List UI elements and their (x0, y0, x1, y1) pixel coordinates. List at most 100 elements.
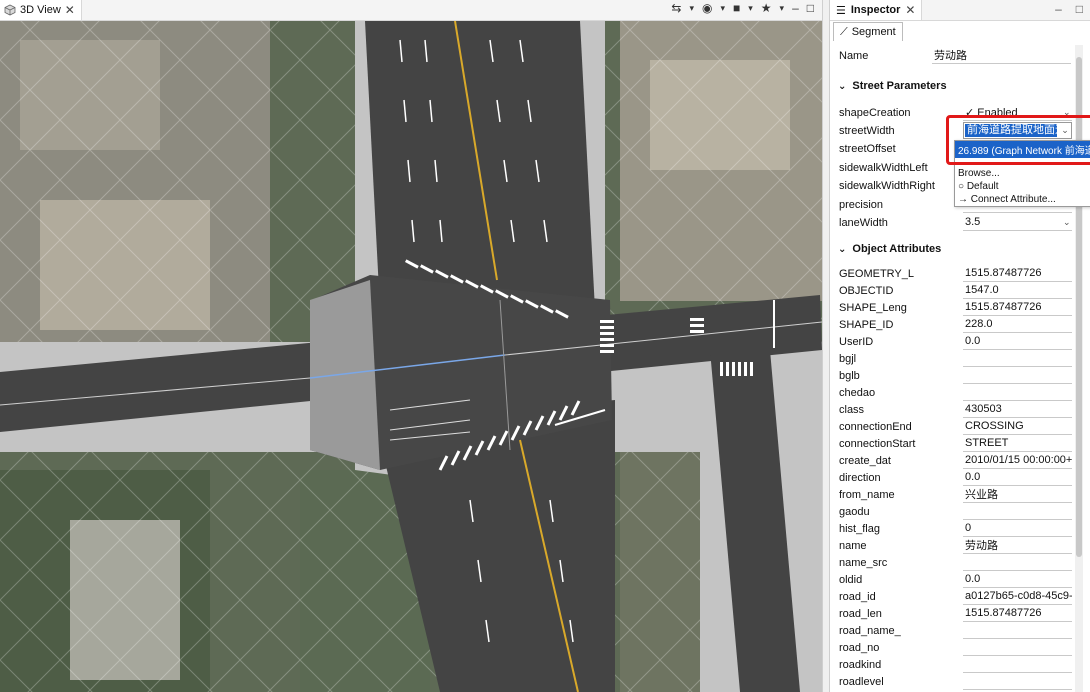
properties-icon: ☰ (836, 4, 846, 17)
object-attributes-header[interactable]: ⌄ Object Attributes (838, 243, 941, 255)
dropdown[interactable]: ▾ (780, 3, 785, 14)
attribute-label: bgjl (839, 352, 857, 365)
highlight-box (946, 115, 1090, 165)
street-param-row: laneWidth 3.5 ⌄ (839, 214, 1072, 231)
attribute-value[interactable]: 0.0 (963, 572, 1072, 588)
star-icon[interactable]: ★ (761, 1, 772, 15)
dropdown[interactable]: ▾ (689, 3, 694, 14)
attribute-label: connectionEnd (839, 420, 912, 433)
attribute-row: gaodu (839, 503, 1072, 520)
attribute-row: road_no (839, 639, 1072, 656)
attribute-value[interactable]: a0127b65-c0d8-45c9-9d (963, 589, 1072, 605)
attribute-value[interactable] (963, 623, 1072, 639)
video-icon[interactable]: ■ (733, 1, 740, 15)
view-toolbar: ⇆ ▾ ◉ ▾ ■ ▾ ★ ▾ – □ (671, 1, 814, 15)
attribute-value[interactable] (963, 657, 1072, 673)
tab-label: 3D View (20, 4, 61, 16)
attribute-row: chedao (839, 384, 1072, 401)
attribute-value[interactable]: 2010/01/15 00:00:00+00 (963, 453, 1072, 469)
attribute-label: create_dat (839, 454, 891, 467)
attribute-value[interactable]: 228.0 (963, 317, 1072, 333)
attribute-row: name_src (839, 554, 1072, 571)
attribute-row: create_dat 2010/01/15 00:00:00+00 (839, 452, 1072, 469)
dropdown-option-connect-attribute[interactable]: → Connect Attribute... (955, 193, 1090, 206)
attribute-value[interactable]: 1515.87487726 (963, 606, 1072, 622)
attribute-label: connectionStart (839, 437, 916, 450)
attribute-value[interactable]: 兴业路 (963, 487, 1072, 503)
attribute-value[interactable]: 劳动路 (963, 538, 1072, 554)
dropdown[interactable]: ▾ (720, 3, 725, 14)
attribute-label: road_id (839, 590, 876, 603)
param-label: sidewalkWidthLeft (839, 161, 928, 174)
close-icon[interactable]: ✕ (905, 3, 915, 17)
close-icon[interactable]: ✕ (65, 3, 75, 17)
attribute-value[interactable]: 0 (963, 521, 1072, 537)
3d-view-panel: 3D View ✕ ⇆ ▾ ◉ ▾ ■ ▾ ★ ▾ – □ (0, 0, 823, 692)
attribute-row: name 劳动路 (839, 537, 1072, 554)
attribute-row: connectionEnd CROSSING (839, 418, 1072, 435)
param-label: laneWidth (839, 216, 888, 229)
attribute-value[interactable] (963, 555, 1072, 571)
dropdown-option-browse[interactable]: Browse... (955, 167, 1090, 180)
attribute-value[interactable]: 430503 (963, 402, 1072, 418)
attribute-value[interactable] (963, 368, 1072, 384)
attribute-label: chedao (839, 386, 876, 399)
street-param-row: precision0.5 (839, 196, 1072, 213)
attribute-value[interactable] (963, 351, 1072, 367)
attribute-value[interactable] (963, 674, 1072, 690)
street-param-row: sidewalkWidthRight (839, 178, 1072, 195)
attribute-row: road_len 1515.87487726 (839, 605, 1072, 622)
attribute-row: from_name 兴业路 (839, 486, 1072, 503)
attribute-value[interactable]: STREET (963, 436, 1072, 452)
street-param-row: streetWidth前海道路提取地面道路)⌄ (839, 122, 1072, 140)
attribute-value[interactable] (963, 504, 1072, 520)
attribute-label: hist_flag (839, 522, 880, 535)
attribute-label: gaodu (839, 505, 870, 518)
attribute-label: bglb (839, 369, 860, 382)
attribute-row: GEOMETRY_L 1515.87487726 (839, 265, 1072, 282)
3d-viewport[interactable] (0, 21, 822, 692)
attribute-row: SHAPE_ID 228.0 (839, 316, 1072, 333)
minimize-icon[interactable]: – (1055, 2, 1062, 16)
param-label: shapeCreation (839, 106, 911, 119)
tab-inspector[interactable]: ☰ Inspector ✕ (830, 0, 923, 20)
attribute-label: road_len (839, 607, 882, 620)
attribute-value[interactable]: 1515.87487726 (963, 266, 1072, 282)
attribute-row: oldid 0.0 (839, 571, 1072, 588)
inspector-panel: ☰ Inspector ✕ – □ ⟋ Segment Name 劳动路 ⌄ S… (829, 0, 1090, 692)
chevron-down-icon[interactable]: ⌄ (1063, 217, 1071, 228)
attribute-label: oldid (839, 573, 863, 586)
attribute-value[interactable]: 0.0 (963, 470, 1072, 486)
street-parameters-header[interactable]: ⌄ Street Parameters (838, 80, 947, 92)
dropdown[interactable]: ▾ (748, 3, 753, 14)
maximize-icon[interactable]: □ (807, 1, 814, 15)
param-value[interactable]: 3.5 (963, 215, 1072, 231)
name-row: Name 劳动路 (839, 47, 1071, 64)
attribute-label: UserID (839, 335, 874, 348)
attribute-row: OBJECTID 1547.0 (839, 282, 1072, 299)
param-label: precision (839, 198, 884, 211)
param-label: sidewalkWidthRight (839, 180, 935, 193)
camera-icon[interactable]: ◉ (702, 1, 712, 15)
attribute-value[interactable] (963, 640, 1072, 656)
attribute-value[interactable]: 1547.0 (963, 283, 1072, 299)
attribute-value[interactable]: 0.0 (963, 334, 1072, 350)
minimize-icon[interactable]: – (792, 1, 799, 15)
attribute-label: road_no (839, 641, 880, 654)
attribute-label: direction (839, 471, 881, 484)
attribute-value[interactable] (963, 385, 1072, 401)
object-attributes-title: Object Attributes (852, 243, 942, 255)
tab-3d-view[interactable]: 3D View ✕ (0, 0, 82, 20)
share-icon[interactable]: ⇆ (671, 1, 681, 15)
street-scene (0, 21, 822, 692)
attribute-value[interactable]: CROSSING (963, 419, 1072, 435)
chevron-down-icon: ⌄ (838, 80, 847, 92)
attribute-value[interactable]: 1515.87487726 (963, 300, 1072, 316)
attribute-label: name (839, 539, 867, 552)
attribute-label: road_name_ (839, 624, 901, 637)
dropdown-option-default[interactable]: ○ Default (955, 180, 1090, 193)
street-param-row: sidewalkWidthLeft (839, 159, 1072, 176)
maximize-icon[interactable]: □ (1076, 2, 1083, 16)
name-field[interactable]: 劳动路 (932, 48, 1071, 64)
tab-segment[interactable]: ⟋ Segment (833, 22, 903, 41)
